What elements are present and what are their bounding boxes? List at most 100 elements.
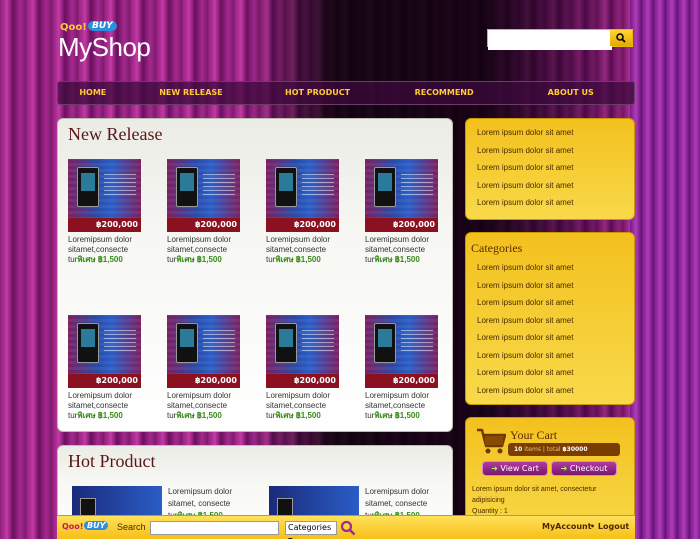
product-card[interactable]: ฿200,000 Loremipsum dolor sitamet,consecte… — [68, 315, 158, 421]
new-release-panel: New Release ฿200,000 Loremipsum dolor sita… — [57, 118, 453, 432]
category-item[interactable]: Lorem ipsum dolor sit amet — [477, 382, 629, 400]
categories-title: Categories — [471, 241, 523, 255]
nav-recommend[interactable]: RECOMMEND — [381, 82, 508, 104]
product-description: Loremipsum dolor sitamet,consecte turพิเศษ… — [365, 235, 430, 264]
logo-buy-badge: BUY — [88, 21, 117, 31]
category-item[interactable]: Lorem ipsum dolor sit amet — [477, 347, 629, 365]
cart-total: ฿30000 — [562, 446, 588, 453]
product-description: Loremipsum dolor sitamet,consecte turพิเศษ… — [266, 235, 331, 264]
cart-title: Your Cart — [510, 428, 558, 442]
hot-product-line2: sitamet, consecte — [365, 499, 428, 508]
nav-about-us[interactable]: ABOUT US — [507, 82, 634, 104]
product-price: ฿200,000 — [266, 218, 339, 232]
footer-toolbar: Qoo! BUY Search Categories ▼ MyAccount •… — [57, 515, 635, 539]
product-card[interactable]: ฿200,000 Loremipsum dolor sitamet,consecte… — [68, 159, 158, 265]
product-promo-price: พิเศษ ฿1,500 — [176, 255, 222, 264]
product-image[interactable]: ฿200,000 — [266, 315, 339, 388]
cart-desc-line2: adipisicing — [472, 497, 505, 504]
footer-search-icon[interactable] — [340, 520, 356, 536]
product-promo-price: พิเศษ ฿1,500 — [275, 411, 321, 420]
cart-items-label: items — [524, 446, 541, 453]
top-link[interactable]: Lorem ipsum dolor sit amet — [477, 159, 623, 177]
product-description: Loremipsum dolor sitamet,consecte turพิเศษ… — [68, 235, 133, 264]
new-release-title: New Release — [68, 124, 163, 144]
product-image[interactable]: ฿200,000 — [68, 315, 141, 388]
product-description: Loremipsum dolor sitamet,consecte turพิเศษ… — [167, 391, 232, 420]
product-card[interactable]: ฿200,000 Loremipsum dolor sitamet,consecte… — [167, 315, 257, 421]
product-price: ฿200,000 — [365, 374, 438, 388]
product-description: Loremipsum dolor sitamet,consecte turพิเศษ… — [365, 391, 430, 420]
product-image[interactable]: ฿200,000 — [167, 315, 240, 388]
nav-home[interactable]: HOME — [58, 82, 128, 104]
footer-search-label: Search — [117, 522, 146, 532]
background-right-curtain — [630, 0, 700, 539]
product-price: ฿200,000 — [68, 218, 141, 232]
footer-search-input[interactable] — [150, 521, 279, 535]
search-input[interactable] — [488, 34, 612, 50]
product-promo-price: พิเศษ ฿1,500 — [176, 411, 222, 420]
product-price: ฿200,000 — [365, 218, 438, 232]
cart-total-label: | total — [542, 446, 561, 453]
top-link[interactable]: Lorem ipsum dolor sit amet — [477, 177, 623, 195]
product-image[interactable]: ฿200,000 — [365, 159, 438, 232]
product-image[interactable]: ฿200,000 — [167, 159, 240, 232]
main-nav: HOME NEW RELEASE HOT PRODUCT RECOMMEND A… — [57, 81, 635, 105]
cart-description: Lorem ipsum dolor sit amet, consectetur … — [472, 484, 597, 517]
cart-arrow-icon: ➜ — [491, 464, 498, 473]
product-card[interactable]: ฿200,000 Loremipsum dolor sitamet,consecte… — [365, 159, 455, 265]
product-description: Loremipsum dolor sitamet,consecte turพิเศษ… — [68, 391, 133, 420]
product-card[interactable]: ฿200,000 Loremipsum dolor sitamet,consecte… — [266, 315, 356, 421]
hot-product-line1: Loremipsum dolor — [168, 487, 233, 496]
product-price: ฿200,000 — [68, 374, 141, 388]
category-item[interactable]: Lorem ipsum dolor sit amet — [477, 277, 629, 295]
hot-product-line1: Loremipsum dolor — [365, 487, 430, 496]
product-promo-price: พิเศษ ฿1,500 — [77, 411, 123, 420]
product-price: ฿200,000 — [167, 218, 240, 232]
cart-desc-line1: Lorem ipsum dolor sit amet, consectetur — [472, 486, 597, 493]
product-image[interactable]: ฿200,000 — [68, 159, 141, 232]
my-account-link[interactable]: MyAccount — [542, 522, 592, 531]
search-button[interactable] — [610, 30, 632, 46]
cart-count: 10 — [514, 446, 523, 453]
view-cart-button[interactable]: ➜ View Cart — [482, 461, 548, 476]
logo[interactable]: Qoo! BUY MyShop — [58, 21, 158, 62]
product-card[interactable]: ฿200,000 Loremipsum dolor sitamet,consecte… — [266, 159, 356, 265]
category-item[interactable]: Lorem ipsum dolor sit amet — [477, 364, 629, 382]
footer-logo-buy: BUY — [84, 521, 109, 530]
product-promo-price: พิเศษ ฿1,500 — [374, 411, 420, 420]
footer-logo-qoo: Qoo! — [62, 522, 84, 531]
product-description: Loremipsum dolor sitamet,consecte turพิเศษ… — [266, 391, 331, 420]
logo-myshop: MyShop — [58, 32, 151, 62]
categories-box: Categories Lorem ipsum dolor sit amet Lo… — [465, 232, 635, 405]
category-item[interactable]: Lorem ipsum dolor sit amet — [477, 329, 629, 347]
product-card[interactable]: ฿200,000 Loremipsum dolor sitamet,consecte… — [167, 159, 257, 265]
product-price: ฿200,000 — [167, 374, 240, 388]
product-promo-price: พิเศษ ฿1,500 — [275, 255, 321, 264]
category-item[interactable]: Lorem ipsum dolor sit amet — [477, 312, 629, 330]
product-promo-price: พิเศษ ฿1,500 — [77, 255, 123, 264]
top-link[interactable]: Lorem ipsum dolor sit amet — [477, 194, 623, 212]
top-link[interactable]: Lorem ipsum dolor sit amet — [477, 142, 623, 160]
top-links-box: Lorem ipsum dolor sit amet Lorem ipsum d… — [465, 118, 635, 220]
product-promo-price: พิเศษ ฿1,500 — [374, 255, 420, 264]
product-card[interactable]: ฿200,000 Loremipsum dolor sitamet,consecte… — [365, 315, 455, 421]
category-item[interactable]: Lorem ipsum dolor sit amet — [477, 294, 629, 312]
nav-new-release[interactable]: NEW RELEASE — [128, 82, 255, 104]
top-link[interactable]: Lorem ipsum dolor sit amet — [477, 124, 623, 142]
search-box — [487, 29, 633, 50]
product-grid: ฿200,000 Loremipsum dolor sitamet,consecte… — [68, 159, 464, 421]
product-price: ฿200,000 — [266, 374, 339, 388]
product-description: Loremipsum dolor sitamet,consecte turพิเศษ… — [167, 235, 232, 264]
category-select[interactable]: Categories ▼ — [285, 521, 337, 539]
product-image[interactable]: ฿200,000 — [365, 315, 438, 388]
hot-product-title: Hot Product — [68, 451, 156, 471]
arrow-right-icon: ➜ — [560, 464, 568, 473]
checkout-button[interactable]: ➜ Checkout — [551, 461, 617, 476]
shopping-cart-icon — [477, 428, 506, 454]
category-item[interactable]: Lorem ipsum dolor sit amet — [477, 259, 629, 277]
nav-hot-product[interactable]: HOT PRODUCT — [254, 82, 381, 104]
product-image[interactable]: ฿200,000 — [266, 159, 339, 232]
logout-link[interactable]: • Logout — [590, 522, 629, 531]
search-icon — [616, 33, 626, 43]
cart-summary: 10 items | total ฿30000 — [508, 443, 620, 456]
